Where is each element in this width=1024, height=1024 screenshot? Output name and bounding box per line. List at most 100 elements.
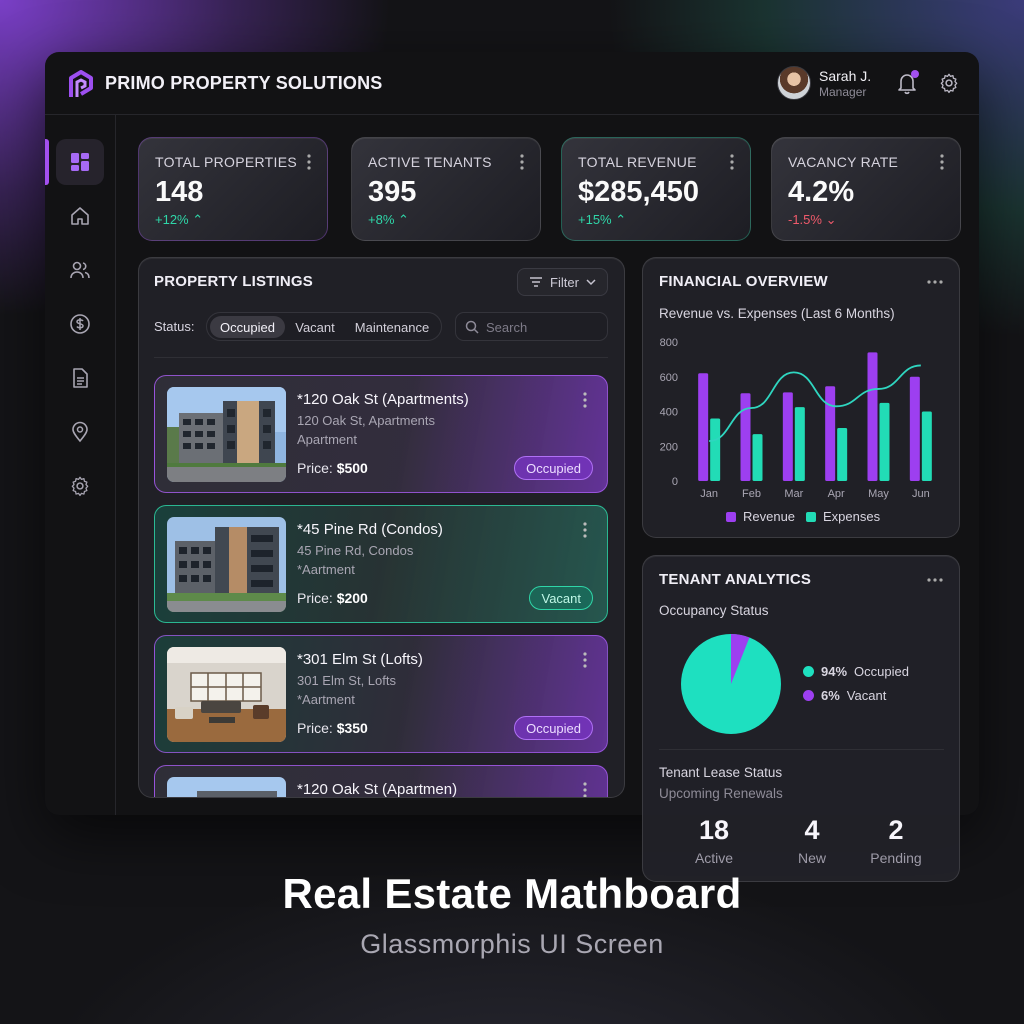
sidebar-item-tenants[interactable] — [56, 247, 104, 293]
search-icon — [465, 320, 479, 334]
kpi-delta: -1.5% ⌄ — [788, 212, 837, 227]
revenue-expenses-chart: 0 200 400 600 800 Jan Feb Mar Apr May Jun — [660, 337, 932, 500]
more-vertical-icon[interactable] — [520, 154, 524, 170]
listing-card[interactable]: *45 Pine Rd (Condos) 45 Pine Rd, Condos … — [154, 505, 608, 623]
users-icon — [70, 261, 90, 279]
status-option-maintenance[interactable]: Maintenance — [345, 316, 439, 338]
more-vertical-icon[interactable] — [583, 782, 587, 797]
y-tick-label: 400 — [660, 407, 678, 419]
more-vertical-icon[interactable] — [307, 154, 311, 170]
home-icon — [71, 207, 89, 225]
stat-new-value: 4 — [804, 815, 820, 845]
divider — [659, 749, 944, 750]
property-photo — [167, 387, 286, 482]
kpi-title: VACANCY RATE — [788, 154, 899, 170]
bar-revenue-apr — [825, 386, 836, 481]
chevron-up-icon: ⌃ — [398, 212, 409, 227]
kpi-delta: +12% ⌃ — [155, 212, 204, 227]
stat-pending-value: 2 — [888, 815, 904, 845]
listings-scroll-area[interactable]: *120 Oak St (Apartments) 120 Oak St, Apa… — [138, 362, 625, 797]
property-photo — [167, 647, 286, 742]
panel-title: FINANCIAL OVERVIEW — [659, 273, 828, 290]
listing-title: *45 Pine Rd (Condos) — [297, 521, 443, 538]
status-badge: Occupied — [514, 456, 593, 480]
user-name[interactable]: Sarah J. — [819, 68, 871, 84]
status-option-vacant[interactable]: Vacant — [287, 316, 343, 338]
legend-vacant: 6% Vacant — [803, 688, 886, 703]
more-horizontal-icon[interactable] — [927, 280, 943, 284]
more-vertical-icon[interactable] — [583, 392, 587, 408]
bar-revenue-feb — [740, 393, 751, 481]
panel-title: TENANT ANALYTICS — [659, 571, 812, 588]
x-tick-label: Apr — [828, 488, 845, 500]
sidebar-item-finance[interactable] — [56, 301, 104, 347]
more-vertical-icon[interactable] — [730, 154, 734, 170]
kpi-value: 4.2% — [788, 176, 855, 208]
search-input[interactable] — [486, 318, 601, 336]
kpi-card-total-properties[interactable]: TOTAL PROPERTIES 148 +12% ⌃ — [138, 137, 328, 241]
listing-type: Apartment — [297, 432, 357, 447]
kpi-card-total-revenue[interactable]: TOTAL REVENUE $285,450 +15% ⌃ — [561, 137, 751, 241]
filter-icon — [530, 277, 543, 287]
status-option-occupied[interactable]: Occupied — [210, 316, 285, 338]
sidebar-item-locations[interactable] — [56, 409, 104, 455]
status-segmented-control: Occupied Vacant Maintenance — [206, 312, 442, 341]
legend-revenue: Revenue — [726, 509, 795, 524]
chevron-down-icon: ⌄ — [825, 212, 837, 227]
sidebar-item-dashboard[interactable] — [56, 139, 104, 185]
bar-expenses-may — [879, 402, 890, 481]
chevron-up-icon: ⌃ — [615, 212, 627, 227]
caption-subtitle: Glassmorphis UI Screen — [360, 929, 664, 959]
avatar[interactable] — [777, 66, 811, 100]
bar-revenue-mar — [782, 392, 793, 481]
more-vertical-icon[interactable] — [583, 522, 587, 538]
lease-subtitle: Upcoming Renewals — [659, 786, 783, 801]
chevron-down-icon — [586, 279, 596, 286]
stat-active-value: 18 — [698, 815, 730, 845]
kpi-title: TOTAL PROPERTIES — [155, 154, 297, 170]
brand-name: PRIMO PROPERTY SOLUTIONS — [105, 73, 383, 93]
listing-price: Price: $500 — [297, 460, 368, 476]
sidebar-item-home[interactable] — [56, 193, 104, 239]
search-box — [455, 312, 608, 341]
dollar-icon — [70, 314, 90, 334]
bar-expenses-jun — [921, 411, 932, 481]
bar-expenses-apr — [837, 428, 848, 481]
settings-icon — [71, 476, 89, 497]
more-horizontal-icon[interactable] — [927, 578, 943, 582]
location-pin-icon — [72, 421, 88, 443]
more-vertical-icon[interactable] — [940, 154, 944, 170]
kpi-card-active-tenants[interactable]: ACTIVE TENANTS 395 +8% ⌃ — [351, 137, 541, 241]
status-badge: Occupied — [514, 716, 593, 740]
y-tick-label: 200 — [660, 441, 678, 453]
sidebar-item-documents[interactable] — [56, 355, 104, 401]
kpi-value: $285,450 — [578, 176, 699, 208]
x-tick-label: Feb — [742, 488, 761, 500]
listing-address: 120 Oak St, Apartments — [297, 413, 436, 428]
kpi-card-vacancy-rate[interactable]: VACANCY RATE 4.2% -1.5% ⌄ — [771, 137, 961, 241]
brand-logo-icon — [69, 70, 93, 97]
filter-button[interactable]: Filter — [517, 268, 608, 296]
listing-title: *120 Oak St (Apartments) — [297, 391, 469, 408]
legend-dot — [803, 690, 814, 701]
listing-title: *120 Oak St (Apartmen) — [297, 781, 458, 797]
sidebar — [45, 115, 116, 815]
stat-active-label: Active — [694, 850, 734, 866]
user-role: Manager — [819, 85, 867, 99]
settings-icon[interactable] — [938, 72, 960, 94]
listing-type: *Aartment — [297, 562, 355, 577]
legend-dot — [803, 666, 814, 677]
active-indicator — [45, 139, 49, 185]
x-tick-label: Jun — [912, 488, 930, 500]
listing-card[interactable]: *301 Elm St (Lofts) 301 Elm St, Lofts *A… — [154, 635, 608, 753]
sidebar-item-settings[interactable] — [56, 463, 104, 509]
listing-card[interactable]: *120 Oak St (Apartments) 120 Oak St, Apa… — [154, 375, 608, 493]
more-vertical-icon[interactable] — [583, 652, 587, 668]
listing-card[interactable]: *120 Oak St (Apartmen) — [154, 765, 608, 797]
kpi-value: 148 — [155, 176, 204, 208]
property-photo — [167, 517, 286, 612]
property-photo — [167, 777, 286, 797]
kpi-title: TOTAL REVENUE — [578, 154, 697, 170]
listing-address: 301 Elm St, Lofts — [297, 673, 396, 688]
stat-new-label: New — [797, 850, 826, 866]
